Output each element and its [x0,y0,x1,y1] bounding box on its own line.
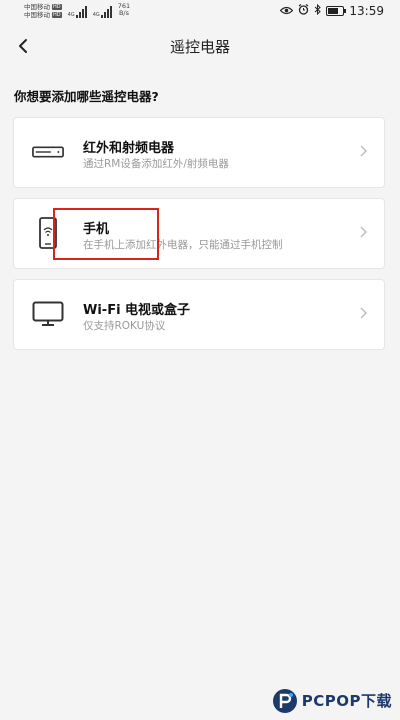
carrier-1-label: 中国移动 [24,3,50,11]
chevron-right-icon [360,145,367,157]
option-phone[interactable]: 手机 在手机上添加红外电器，只能通过手机控制 [13,198,385,269]
status-time: 13:59 [349,4,384,18]
tv-icon [32,298,64,330]
hd-badge: HD [52,4,62,10]
option-subtitle: 仅支持ROKU协议 [83,320,166,332]
carrier-info: 中国移动 HD 中国移动 HD [24,3,62,19]
watermark: PCPOP下载 [272,688,392,714]
network-type-label: 4G [67,12,75,18]
page-title: 遥控电器 [169,38,230,56]
watermark-brand: PCPOP下载 [301,692,392,710]
rm-device-icon [32,136,64,168]
hd-badge: HD [52,12,62,18]
chevron-right-icon [360,307,367,319]
status-right: 13:59 [280,3,384,18]
option-list: 红外和射频电器 通过RM设备添加红外/射频电器 手机 在手机上添加红外电器，只能… [13,117,385,360]
page-header: 遥控电器 [0,26,400,68]
option-subtitle: 通过RM设备添加红外/射频电器 [83,158,229,170]
status-left: 中国移动 HD 中国移动 HD 4G 4G 761 B/s [24,3,130,20]
option-title: Wi-Fi 电视或盒子 [83,303,191,318]
section-prompt: 你想要添加哪些遥控电器? [14,89,159,104]
alarm-icon [298,4,309,18]
option-wifi-tv-box[interactable]: Wi-Fi 电视或盒子 仅支持ROKU协议 [13,279,385,350]
phone-icon [32,217,64,249]
carrier-2-label: 中国移动 [24,11,50,19]
network-type-2: 4G [93,3,112,18]
status-bar: 中国移动 HD 中国移动 HD 4G 4G 761 B/s 13:59 [0,0,400,26]
option-subtitle: 在手机上添加红外电器，只能通过手机控制 [83,239,283,251]
signal-icon [100,4,112,18]
net-speed-unit: B/s [118,9,129,17]
option-ir-rf-devices[interactable]: 红外和射频电器 通过RM设备添加红外/射频电器 [13,117,385,188]
pcpop-logo-icon [272,689,297,713]
net-speed: 761 B/s [118,3,130,17]
network-type-1: 4G [68,3,87,18]
battery-icon [326,6,347,16]
option-title: 手机 [83,222,110,237]
eye-icon [280,4,294,18]
network-type-label: 4G [92,12,100,18]
bluetooth-icon [314,3,322,18]
option-title: 红外和射频电器 [83,141,175,156]
signal-icon [75,4,87,18]
chevron-right-icon [360,226,367,238]
